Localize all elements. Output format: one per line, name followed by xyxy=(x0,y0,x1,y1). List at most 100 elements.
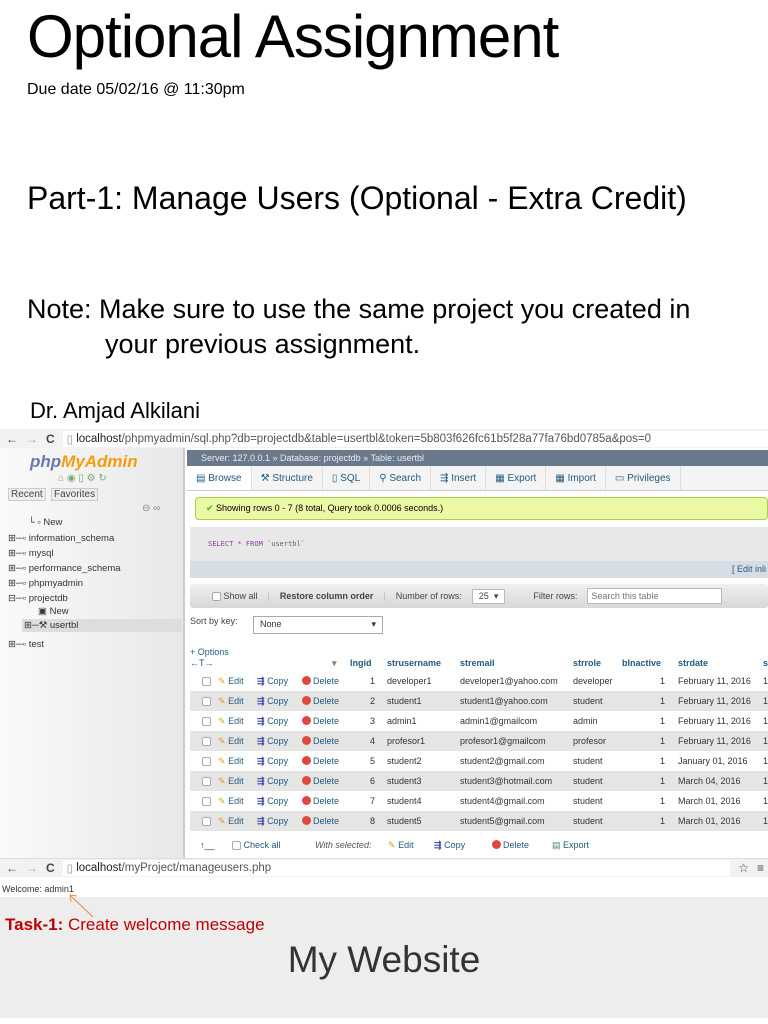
edit-button[interactable]: ✎ Edit xyxy=(218,776,244,787)
quick-icons[interactable]: ⌂ ◉ ▯ ⚙ ↻ xyxy=(58,473,107,484)
tab-sql[interactable]: ▯ SQL xyxy=(323,466,371,490)
delete-button[interactable]: Delete xyxy=(302,756,339,766)
row-checkbox[interactable] xyxy=(202,676,211,687)
copy-button[interactable]: ⇶ Copy xyxy=(257,716,288,727)
cell-strdate: February 11, 2016 xyxy=(678,676,751,686)
cell-blnactive: 1 xyxy=(659,816,665,826)
edit-button[interactable]: ✎ Edit xyxy=(218,716,244,727)
edit-button[interactable]: ✎ Edit xyxy=(218,736,244,747)
copy-button[interactable]: ⇶ Copy xyxy=(257,796,288,807)
edit-button[interactable]: ✎ Edit xyxy=(218,756,244,767)
number-of-rows-select[interactable]: 25 ▾ xyxy=(471,588,506,604)
delete-button[interactable]: Delete xyxy=(302,676,339,686)
cell-strusername: admin1 xyxy=(387,716,417,726)
tree-db-projectdb[interactable]: ⊟─▫ projectdb xyxy=(8,593,68,604)
column-header[interactable]: s xyxy=(763,658,768,668)
sort-by-key-select[interactable]: None ▾ xyxy=(253,616,383,634)
edit-inline-link[interactable]: [ Edit inli xyxy=(190,561,768,578)
tree-db[interactable]: ⊞─▫ performance_schema xyxy=(8,563,121,574)
tree-db[interactable]: ⊞─▫ test xyxy=(8,639,44,650)
tree-table-new[interactable]: ▣ New xyxy=(38,606,69,617)
bulk-copy-button[interactable]: ⇶ Copy xyxy=(434,840,465,851)
copy-button[interactable]: ⇶ Copy xyxy=(257,816,288,827)
forward-icon[interactable]: → xyxy=(26,861,38,875)
show-all-checkbox[interactable]: Show all xyxy=(212,591,258,602)
row-checkbox[interactable] xyxy=(202,696,211,707)
tree-db[interactable]: ⊞─▫ information_schema xyxy=(8,533,114,544)
sort-dropdown-icon[interactable]: ▾ xyxy=(332,658,337,669)
cell-lngid: 2 xyxy=(369,696,375,706)
copy-button[interactable]: ⇶ Copy xyxy=(257,676,288,687)
column-header[interactable]: strdate xyxy=(678,658,708,668)
delete-button[interactable]: Delete xyxy=(302,816,339,826)
tab-export[interactable]: ▦ Export xyxy=(486,466,547,490)
bulk-edit-button[interactable]: ✎ Edit xyxy=(388,840,414,851)
tree-table-usertbl[interactable]: ⊞─⚒ usertbl xyxy=(22,619,182,632)
note-line1: Make sure to use the same project you cr… xyxy=(91,294,691,324)
bookmark-star-icon[interactable]: ☆ xyxy=(738,861,749,875)
tab-privileges[interactable]: ▭ Privileges xyxy=(606,466,681,490)
pma-logo[interactable]: phpMyAdmin xyxy=(30,452,138,472)
copy-button[interactable]: ⇶ Copy xyxy=(257,696,288,707)
cell-s: 1 xyxy=(763,756,768,766)
bulk-delete-button[interactable]: Delete xyxy=(492,840,529,850)
menu-icon[interactable]: ≡ xyxy=(757,861,768,875)
edit-button[interactable]: ✎ Edit xyxy=(218,816,244,827)
row-checkbox[interactable] xyxy=(202,816,211,827)
edit-button[interactable]: ✎ Edit xyxy=(218,676,244,687)
column-header[interactable]: blnactive xyxy=(622,658,661,668)
tab-import[interactable]: ▦ Import xyxy=(546,466,606,490)
check-all-checkbox[interactable]: Check all xyxy=(232,840,281,851)
column-header[interactable]: lngid xyxy=(350,658,372,668)
tree-db[interactable]: ⊞─▫ mysql xyxy=(8,548,54,559)
arrow-up-icon: ↑__ xyxy=(200,840,215,850)
reload-icon[interactable]: C xyxy=(46,432,55,446)
options-toggle[interactable]: + Options xyxy=(190,647,229,657)
copy-button[interactable]: ⇶ Copy xyxy=(257,736,288,747)
tab-search[interactable]: ⚲ Search xyxy=(370,466,432,490)
restore-column-order-button[interactable]: Restore column order xyxy=(280,591,374,601)
recent-tab[interactable]: Recent xyxy=(8,488,46,501)
tree-new[interactable]: └ ▫ New xyxy=(28,517,62,528)
cell-lngid: 3 xyxy=(369,716,375,726)
due-date: Due date 05/02/16 @ 11:30pm xyxy=(27,81,245,98)
copy-button[interactable]: ⇶ Copy xyxy=(257,776,288,787)
collapse-link-icon[interactable]: ⊖ ∞ xyxy=(142,503,160,514)
page-icon: ▯ xyxy=(66,433,77,446)
filter-rows-input[interactable] xyxy=(587,588,723,604)
address-bar[interactable]: ▯ localhost/myProject/manageusers.php xyxy=(62,860,731,876)
forward-icon[interactable]: → xyxy=(26,432,38,446)
column-header[interactable]: strrole xyxy=(573,658,601,668)
copy-button[interactable]: ⇶ Copy xyxy=(257,756,288,767)
breadcrumb[interactable]: Server: 127.0.0.1 » Database: projectdb … xyxy=(187,450,768,466)
with-selected-label: With selected: xyxy=(315,840,372,850)
favorites-tab[interactable]: Favorites xyxy=(51,488,99,501)
reload-icon[interactable]: C xyxy=(46,861,55,875)
row-checkbox[interactable] xyxy=(202,716,211,727)
column-header[interactable]: stremail xyxy=(460,658,495,668)
address-bar[interactable]: ▯ localhost/phpmyadmin/sql.php?db=projec… xyxy=(62,430,768,447)
row-checkbox[interactable] xyxy=(202,736,211,747)
row-checkbox[interactable] xyxy=(202,776,211,787)
edit-button[interactable]: ✎ Edit xyxy=(218,696,244,707)
tab-browse[interactable]: ▤ Browse xyxy=(187,466,252,490)
url-host: localhost xyxy=(76,432,122,445)
cell-blnactive: 1 xyxy=(659,716,665,726)
tab-insert[interactable]: ⇶ Insert xyxy=(431,466,487,490)
row-checkbox[interactable] xyxy=(202,796,211,807)
row-checkbox[interactable] xyxy=(202,756,211,767)
delete-button[interactable]: Delete xyxy=(302,796,339,806)
back-icon[interactable]: ← xyxy=(6,861,18,875)
delete-button[interactable]: Delete xyxy=(302,736,339,746)
delete-button[interactable]: Delete xyxy=(302,696,339,706)
cell-s: 1 xyxy=(763,696,768,706)
cell-strdate: February 11, 2016 xyxy=(678,696,751,706)
delete-button[interactable]: Delete xyxy=(302,716,339,726)
tree-db[interactable]: ⊞─▫ phpmyadmin xyxy=(8,578,83,589)
delete-button[interactable]: Delete xyxy=(302,776,339,786)
edit-button[interactable]: ✎ Edit xyxy=(218,796,244,807)
tab-structure[interactable]: ⚒ Structure xyxy=(252,466,323,490)
back-icon[interactable]: ← xyxy=(6,432,18,446)
column-header[interactable]: strusername xyxy=(387,658,441,668)
bulk-export-button[interactable]: ▤ Export xyxy=(552,840,589,851)
